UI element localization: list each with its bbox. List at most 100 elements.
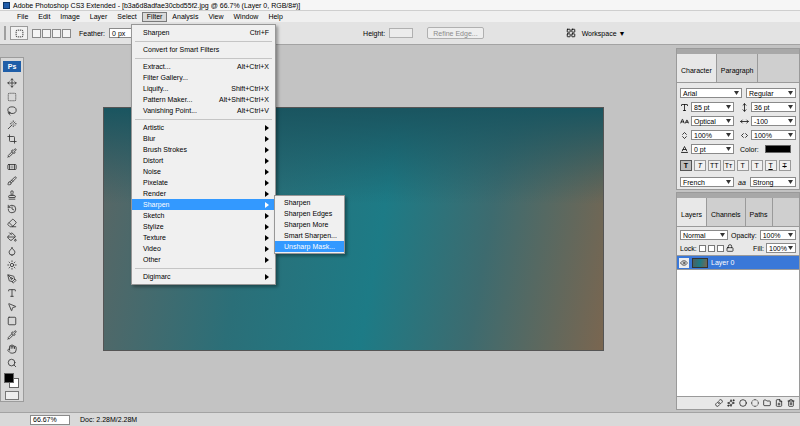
tool-button[interactable] [3,216,21,229]
menu-item[interactable]: Image [55,12,84,22]
style-button[interactable]: T [737,160,749,171]
color-swatches[interactable] [3,372,21,388]
tool-preset-button[interactable] [10,26,28,40]
tool-button[interactable] [3,76,21,89]
lock-option[interactable] [699,245,706,252]
lock-option[interactable] [717,245,724,252]
tool-button[interactable] [3,272,21,285]
new-layer-icon[interactable] [775,399,783,407]
delete-layer-icon[interactable] [787,399,795,407]
menu-entry[interactable]: Brush Strokes [132,144,275,155]
menu-item[interactable]: View [203,12,228,22]
menu-entry[interactable]: Vanishing Point...Alt+Ctrl+V [132,105,275,116]
menu-entry[interactable]: Pattern Maker...Alt+Shift+Ctrl+X [132,94,275,105]
menu-entry[interactable]: Sharpen [132,199,275,210]
panel-tab[interactable]: Paragraph [717,54,759,82]
tool-button[interactable] [3,160,21,173]
menu-entry[interactable]: Video [132,243,275,254]
tool-button[interactable] [3,104,21,117]
horizontal-scale-field[interactable]: 100% [740,130,796,140]
layer-style-icon[interactable] [727,399,735,407]
style-button[interactable]: T [680,160,692,171]
menu-entry[interactable]: SharpenCtrl+F [132,27,275,38]
menu-item[interactable]: Select [112,12,141,22]
refine-edge-button[interactable]: Refine Edge... [427,27,483,39]
menu-item[interactable]: Help [263,12,287,22]
font-family-dropdown[interactable]: Arial [680,88,742,98]
zoom-field[interactable]: 66.67% [30,415,70,425]
tool-button[interactable] [3,188,21,201]
panel-tab[interactable]: Layers [677,198,707,226]
tool-button[interactable] [3,132,21,145]
menu-item[interactable]: Edit [33,12,55,22]
text-color-swatch[interactable] [765,145,791,153]
tool-button[interactable] [3,258,21,271]
workspace-button[interactable]: Workspace ▼ [566,28,626,38]
menu-item[interactable]: Window [228,12,263,22]
language-dropdown[interactable]: French [680,177,734,187]
font-style-dropdown[interactable]: Regular [746,88,796,98]
menu-item[interactable]: Filter [142,12,168,22]
menu-entry[interactable]: Artistic [132,122,275,133]
font-size-field[interactable]: 85 pt [680,102,734,112]
submenu-entry[interactable]: Smart Sharpen... [275,230,344,241]
menu-entry[interactable]: Convert for Smart Filters [132,44,275,55]
tool-button[interactable] [3,342,21,355]
style-button[interactable]: T [751,160,763,171]
panel-tab[interactable]: Channels [707,198,746,226]
tool-button[interactable] [3,328,21,341]
menu-entry[interactable]: Digimarc [132,271,275,282]
vertical-scale-field[interactable]: 100% [680,130,734,140]
tracking-field[interactable]: -100 [740,116,796,126]
menu-entry[interactable]: Noise [132,166,275,177]
quick-mask-button[interactable] [5,391,19,400]
layer-mask-icon[interactable] [739,399,747,407]
layer-row[interactable]: Layer 0 [677,256,799,270]
menu-entry[interactable]: Sketch [132,210,275,221]
tool-button[interactable] [3,174,21,187]
menu-entry[interactable]: Stylize [132,221,275,232]
style-button[interactable]: T [779,160,791,171]
panel-tab[interactable]: Paths [746,198,773,226]
tool-button[interactable] [3,356,21,369]
menu-entry[interactable]: Filter Gallery... [132,72,275,83]
selection-mode-button[interactable] [62,29,71,38]
submenu-entry[interactable]: Sharpen Edges [275,208,344,219]
menu-entry[interactable]: Distort [132,155,275,166]
style-button[interactable]: T [694,160,706,171]
opacity-field[interactable]: 100% [760,230,796,240]
tool-button[interactable] [3,118,21,131]
tool-button[interactable] [3,244,21,257]
menu-entry[interactable]: Texture [132,232,275,243]
tool-button[interactable] [3,286,21,299]
selection-mode-button[interactable] [52,29,61,38]
kerning-field[interactable]: Optical [680,116,734,126]
style-button[interactable]: TT [708,160,721,171]
selection-mode-button[interactable] [42,29,51,38]
lock-all-icon[interactable] [726,244,734,252]
blend-mode-dropdown[interactable]: Normal [680,230,728,240]
submenu-entry[interactable]: Sharpen More [275,219,344,230]
style-button[interactable]: Tт [723,160,735,171]
tool-button[interactable] [3,202,21,215]
tool-button[interactable] [3,146,21,159]
submenu-entry[interactable]: Sharpen [275,197,344,208]
menu-entry[interactable]: Extract...Alt+Ctrl+X [132,61,275,72]
tool-button[interactable] [3,314,21,327]
menu-item[interactable]: File [12,12,33,22]
new-group-icon[interactable] [763,399,771,407]
link-layers-icon[interactable] [715,399,723,407]
antialias-dropdown[interactable]: Strong [750,177,796,187]
menu-entry[interactable]: Blur [132,133,275,144]
menu-entry[interactable]: Other [132,254,275,265]
panel-tab[interactable]: Character [677,54,717,82]
menu-item[interactable]: Analysis [167,12,203,22]
tool-button[interactable] [3,300,21,313]
adjustment-layer-icon[interactable] [751,399,759,407]
visibility-toggle[interactable] [679,258,689,268]
height-field[interactable] [389,28,413,38]
tool-button[interactable] [3,230,21,243]
lock-option[interactable] [708,245,715,252]
menu-entry[interactable]: Pixelate [132,177,275,188]
style-button[interactable]: T [765,160,777,171]
